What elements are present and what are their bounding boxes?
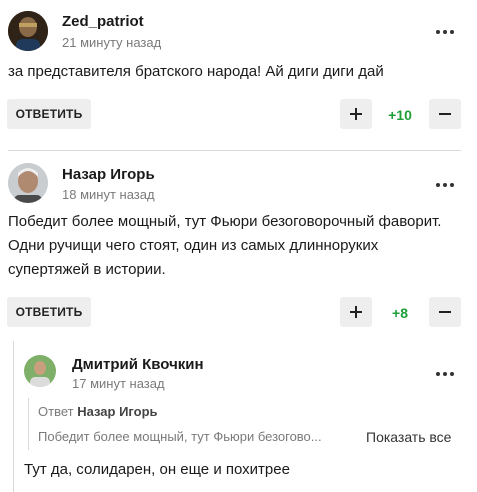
quote-header: Ответ Назар Игорь [38, 404, 158, 419]
upvote-button[interactable] [340, 297, 372, 327]
more-options-icon[interactable] [433, 368, 457, 380]
vote-score: +10 [388, 107, 412, 123]
avatar[interactable] [24, 355, 56, 387]
reply-author[interactable]: Дмитрий Квочкин [72, 356, 204, 373]
comment-author[interactable]: Zed_patriot [62, 13, 144, 30]
upvote-button[interactable] [340, 99, 372, 129]
reply-button[interactable]: ОТВЕТИТЬ [7, 99, 91, 129]
quote-text: Победит более мощный, тут Фьюри безогово… [38, 429, 322, 444]
downvote-button[interactable] [429, 99, 461, 129]
comment-author[interactable]: Назар Игорь [62, 166, 155, 183]
user-photo-icon [8, 163, 48, 203]
comment-time: 21 минуту назад [62, 35, 162, 50]
avatar[interactable] [8, 163, 48, 203]
minus-icon [439, 311, 451, 313]
comment-time: 18 минут назад [62, 187, 155, 202]
quote-prefix: Ответ [38, 404, 74, 419]
comment-item: Zed_patriot 21 минуту назад за представи… [0, 0, 477, 150]
downvote-button[interactable] [429, 297, 461, 327]
comment-text: Победит более мощный, тут Фьюри безогово… [8, 213, 442, 278]
user-photo-icon [24, 355, 56, 387]
minus-icon [439, 113, 451, 115]
reply-text: Тут да, солидарен, он еще и похитрее [24, 461, 290, 478]
reply-button[interactable]: ОТВЕТИТЬ [7, 297, 91, 327]
plus-icon [350, 108, 362, 120]
more-options-icon[interactable] [433, 179, 457, 191]
reply-time: 17 минут назад [72, 376, 165, 391]
avatar[interactable] [8, 11, 48, 51]
plus-icon [350, 306, 362, 318]
vote-score: +8 [392, 305, 408, 321]
user-photo-icon [8, 11, 48, 51]
quote-author[interactable]: Назар Игорь [77, 404, 157, 419]
comment-item: Назар Игорь 18 минут назад Победит более… [0, 151, 477, 341]
show-all-link[interactable]: Показать все [366, 429, 451, 445]
more-options-icon[interactable] [433, 26, 457, 38]
comment-text: за представителя братского народа! Ай ди… [8, 63, 384, 80]
quote-line [28, 398, 29, 450]
